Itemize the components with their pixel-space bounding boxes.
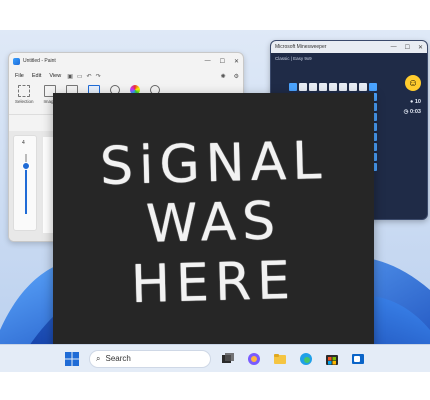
desktop: Untitled - Paint — ☐ ✕ File Edit View ▣ …	[0, 30, 430, 372]
maximize-button[interactable]: ☐	[220, 58, 225, 65]
file-explorer-icon[interactable]	[271, 350, 289, 368]
mine-tile[interactable]	[299, 83, 307, 91]
windows-start-icon[interactable]	[63, 350, 81, 368]
open-icon[interactable]: ▭	[77, 73, 83, 80]
timer-value: 0:03	[409, 109, 421, 115]
menu-view[interactable]: View	[47, 72, 63, 80]
settings-icon[interactable]: ⚙	[234, 73, 239, 80]
minimize-button[interactable]: —	[205, 58, 211, 65]
paint-app-icon	[13, 57, 20, 65]
size-slider-thumb[interactable]	[22, 162, 30, 170]
mine-tile[interactable]	[309, 83, 317, 91]
close-button[interactable]: ✕	[418, 44, 423, 51]
mine-tile[interactable]	[359, 83, 367, 91]
outlook-icon[interactable]	[349, 350, 367, 368]
mine-tile[interactable]	[349, 83, 357, 91]
clock-icon: ◷	[403, 109, 409, 115]
close-button[interactable]: ✕	[234, 58, 239, 65]
minesweeper-title: Microsoft Minesweeper	[275, 44, 327, 50]
game-mode-label: Classic | Easy 9x9	[275, 55, 312, 61]
maximize-button[interactable]: ☐	[405, 44, 410, 51]
mine-tile[interactable]	[329, 83, 337, 91]
mine-tile[interactable]	[319, 83, 327, 91]
overlay-line-3: HERE	[130, 250, 297, 315]
search-placeholder: Search	[105, 354, 131, 363]
smiley-face-icon[interactable]: ☺	[405, 75, 421, 91]
mine-tile[interactable]	[369, 83, 377, 91]
edge-icon[interactable]	[297, 350, 315, 368]
search-icon: ⌕	[96, 353, 101, 363]
copilot-icon[interactable]	[245, 350, 263, 368]
selection-label: Selection	[15, 99, 34, 104]
save-icon[interactable]: ▣	[67, 73, 73, 80]
menu-edit[interactable]: Edit	[30, 72, 43, 80]
signal-overlay: SiGNAL WAS HERE	[53, 93, 374, 355]
taskbar: ⌕ Search	[0, 344, 430, 372]
redo-icon[interactable]: ↷	[96, 73, 101, 80]
mine-tile[interactable]	[289, 83, 297, 91]
selection-icon	[18, 85, 31, 97]
overlay-line-2: WAS	[145, 191, 282, 256]
brush-size-panel: 4	[13, 135, 37, 231]
paint-menubar: File Edit View ▣ ▭ ↶ ↷ ✺ ⚙	[9, 69, 243, 83]
bomb-icon: ●	[410, 99, 414, 105]
mine-tile[interactable]	[339, 83, 347, 91]
minesweeper-mode-bar[interactable]: Classic | Easy 9x9	[271, 53, 427, 63]
menu-file[interactable]: File	[13, 72, 26, 80]
mines-left-counter: ● 10	[410, 99, 421, 105]
brush-size-value: 4	[22, 140, 25, 146]
store-icon[interactable]	[323, 350, 341, 368]
minimize-button[interactable]: —	[391, 44, 397, 51]
paint-titlebar[interactable]: Untitled - Paint — ☐ ✕	[9, 53, 243, 69]
paint-title: Untitled - Paint	[23, 58, 56, 64]
minesweeper-titlebar[interactable]: Microsoft Minesweeper — ☐ ✕	[271, 41, 427, 53]
selection-group[interactable]: Selection	[15, 85, 34, 104]
overlay-line-1: SiGNAL	[99, 130, 328, 197]
sun-icon[interactable]: ✺	[221, 73, 226, 80]
timer-counter: ◷ 0:03	[404, 109, 421, 115]
taskbar-search-box[interactable]: ⌕ Search	[89, 349, 211, 368]
task-view-icon[interactable]	[219, 350, 237, 368]
mines-left-value: 10	[414, 99, 421, 105]
undo-icon[interactable]: ↶	[87, 73, 92, 80]
size-slider-fill	[25, 164, 27, 214]
